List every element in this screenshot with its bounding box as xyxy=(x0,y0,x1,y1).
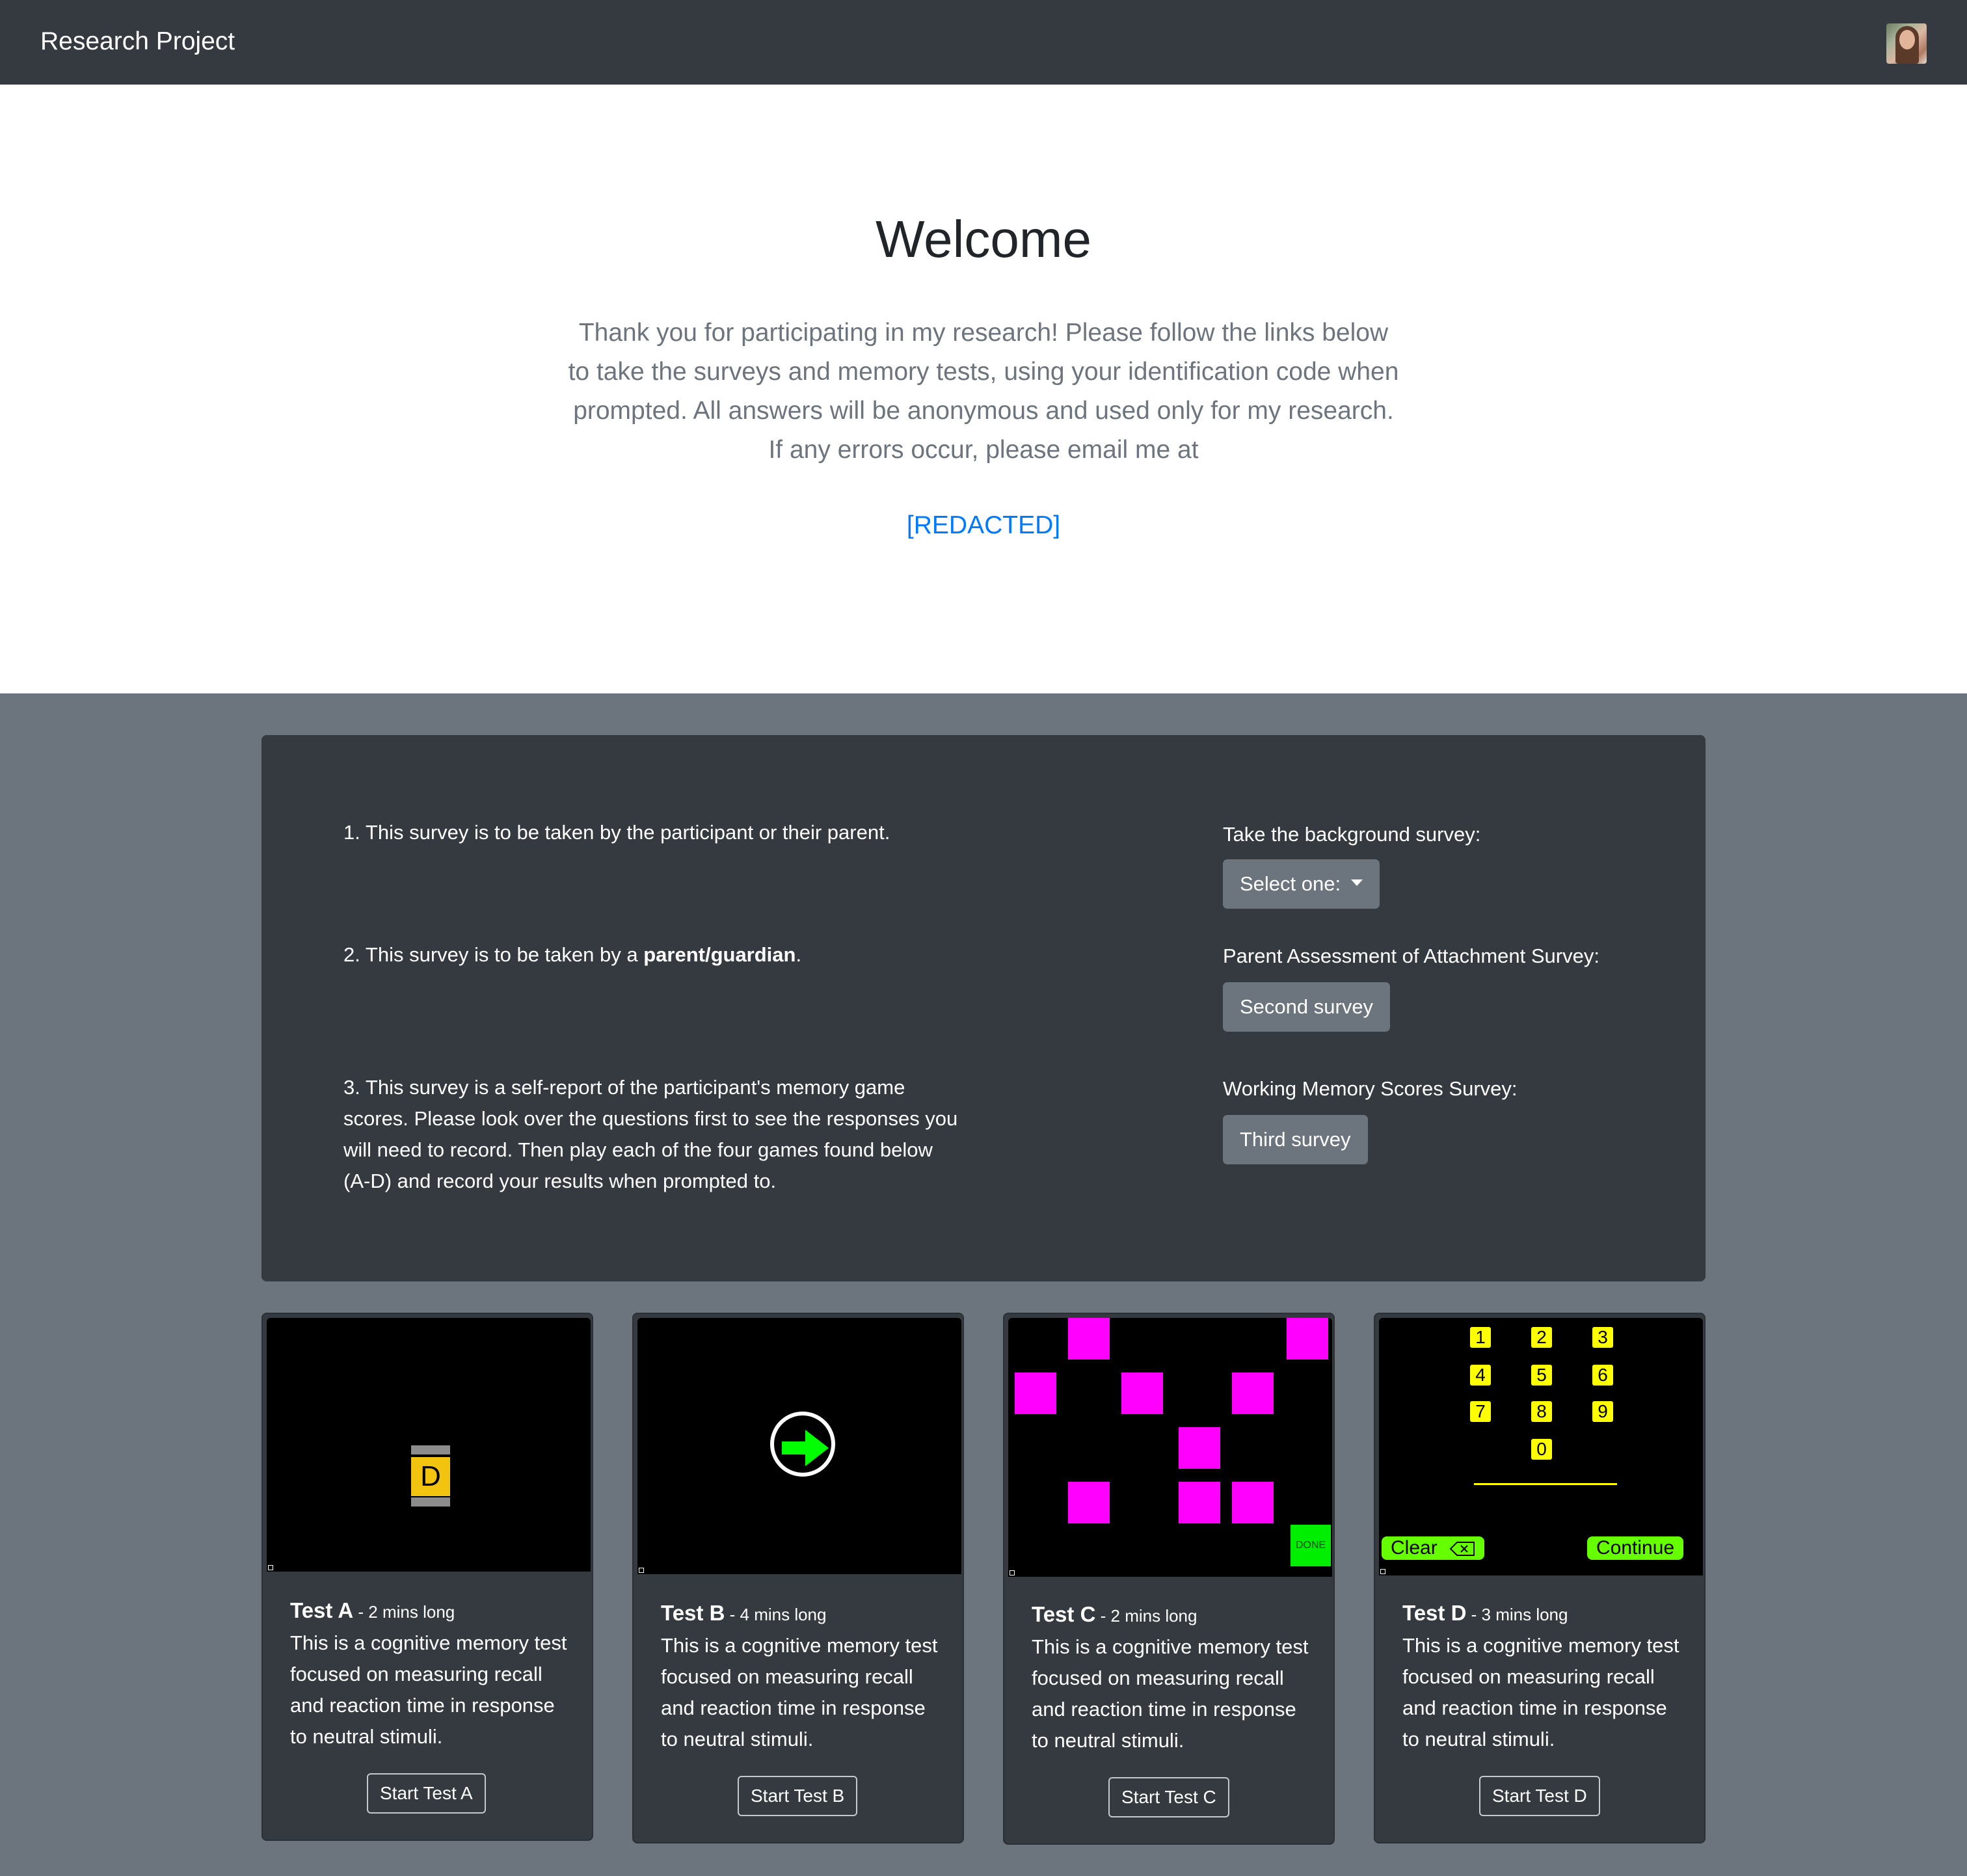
test-c-preview[interactable]: DONE xyxy=(1008,1318,1332,1577)
jumbotron: Welcome Thank you for participating in m… xyxy=(0,85,1967,693)
keypad-key-9: 9 xyxy=(1592,1401,1613,1422)
test-b-preview[interactable] xyxy=(637,1318,961,1574)
keypad-key-3: 3 xyxy=(1592,1327,1613,1348)
caret-down-icon xyxy=(1351,879,1363,886)
test-a-body: Test A - 2 mins long This is a cognitive… xyxy=(290,1595,576,1752)
magenta-square xyxy=(1232,1482,1274,1523)
test-b-duration: - 4 mins long xyxy=(725,1605,827,1624)
keypad-key-6: 6 xyxy=(1592,1365,1613,1386)
test-c-card: DONE Test C - 2 mins long This is a cogn… xyxy=(1003,1313,1335,1845)
test-a-title: Test A - 2 mins long xyxy=(290,1595,576,1628)
keypad-key-2: 2 xyxy=(1531,1327,1552,1348)
test-c-title: Test C - 2 mins long xyxy=(1032,1599,1318,1631)
background-survey-dropdown[interactable]: Select one: xyxy=(1223,859,1380,909)
done-button: DONE xyxy=(1291,1525,1331,1566)
start-test-b-button[interactable]: Start Test B xyxy=(738,1776,858,1816)
survey-2-description-suffix: . xyxy=(796,943,802,966)
letter-frame-top xyxy=(411,1445,450,1454)
test-c-description: This is a cognitive memory test focused … xyxy=(1032,1635,1309,1752)
avatar-face xyxy=(1899,30,1915,49)
second-survey-button[interactable]: Second survey xyxy=(1223,982,1391,1032)
test-d-description: This is a cognitive memory test focused … xyxy=(1402,1634,1679,1750)
survey-3-label: Working Memory Scores Survey: xyxy=(1223,1077,1518,1100)
test-a-card: D Test A - 2 mins long This is a cogniti… xyxy=(261,1313,593,1841)
test-d-duration: - 3 mins long xyxy=(1466,1605,1568,1624)
dropdown-label: Select one: xyxy=(1240,872,1341,895)
avatar[interactable] xyxy=(1886,23,1927,64)
clear-button: Clear xyxy=(1382,1536,1485,1560)
clear-label: Clear xyxy=(1391,1537,1438,1559)
survey-2-description-prefix: 2. This survey is to be taken by a xyxy=(343,943,644,966)
page-title: Welcome xyxy=(876,210,1091,268)
test-c-body: Test C - 2 mins long This is a cognitive… xyxy=(1032,1599,1318,1756)
survey-2-description: 2. This survey is to be taken by a paren… xyxy=(343,939,955,971)
test-d-name: Test D xyxy=(1402,1601,1467,1625)
letter-frame-bottom xyxy=(411,1497,450,1507)
start-test-d-button[interactable]: Start Test D xyxy=(1479,1776,1600,1816)
test-b-card: Test B - 4 mins long This is a cognitive… xyxy=(632,1313,964,1843)
magenta-square xyxy=(1179,1482,1220,1523)
resize-handle-icon xyxy=(1380,1569,1385,1574)
test-d-card: 1 2 3 4 5 6 7 8 9 0 Clear Continue Test … xyxy=(1374,1313,1706,1843)
intro-text: Thank you for participating in my resear… xyxy=(568,319,1399,464)
magenta-square xyxy=(1121,1373,1163,1414)
survey-panel: 1. This survey is to be taken by the par… xyxy=(261,735,1706,1281)
keypad-key-8: 8 xyxy=(1531,1401,1552,1422)
email-link[interactable]: [REDACTED] xyxy=(0,509,1967,543)
magenta-square xyxy=(1068,1482,1110,1523)
test-c-name: Test C xyxy=(1032,1602,1096,1626)
resize-handle-icon xyxy=(639,1568,644,1573)
test-b-name: Test B xyxy=(661,1601,725,1625)
test-d-body: Test D - 3 mins long This is a cognitive… xyxy=(1402,1598,1689,1755)
start-test-a-button[interactable]: Start Test A xyxy=(367,1773,486,1814)
test-b-title: Test B - 4 mins long xyxy=(661,1598,947,1630)
magenta-square xyxy=(1232,1373,1274,1414)
survey-3-description-text: 3. This survey is a self-report of the p… xyxy=(343,1076,958,1192)
test-a-duration: - 2 mins long xyxy=(353,1602,455,1622)
test-a-description: This is a cognitive memory test focused … xyxy=(290,1631,567,1748)
answer-line xyxy=(1474,1483,1617,1485)
survey-1-description: 1. This survey is to be taken by the par… xyxy=(343,817,955,848)
start-test-c-button[interactable]: Start Test C xyxy=(1108,1777,1229,1817)
test-d-preview[interactable]: 1 2 3 4 5 6 7 8 9 0 Clear Continue xyxy=(1379,1318,1703,1575)
letter-tile: D xyxy=(411,1457,450,1496)
magenta-square xyxy=(1015,1373,1056,1414)
third-survey-button[interactable]: Third survey xyxy=(1223,1115,1368,1164)
test-b-body: Test B - 4 mins long This is a cognitive… xyxy=(661,1598,947,1755)
test-a-name: Test A xyxy=(290,1598,354,1622)
keypad-key-0: 0 xyxy=(1531,1439,1552,1460)
keypad-key-4: 4 xyxy=(1470,1365,1491,1386)
survey-1-label: Take the background survey: xyxy=(1223,823,1481,846)
survey-2-description-bold: parent/guardian xyxy=(643,943,796,966)
arrow-right-icon xyxy=(782,1430,829,1466)
test-a-preview[interactable]: D xyxy=(267,1318,591,1572)
backspace-icon xyxy=(1449,1542,1475,1557)
test-d-title: Test D - 3 mins long xyxy=(1402,1598,1689,1630)
magenta-square xyxy=(1179,1427,1220,1469)
keypad-key-5: 5 xyxy=(1531,1365,1552,1386)
navbar-brand[interactable]: Research Project xyxy=(40,25,235,59)
survey-2-label: Parent Assessment of Attachment Survey: xyxy=(1223,945,1599,967)
continue-button: Continue xyxy=(1587,1536,1684,1560)
survey-3-description: 3. This survey is a self-report of the p… xyxy=(343,1072,961,1197)
test-b-description: This is a cognitive memory test focused … xyxy=(661,1634,938,1750)
survey-1-description-text: 1. This survey is to be taken by the par… xyxy=(343,821,890,844)
magenta-square xyxy=(1068,1318,1110,1360)
navbar: Research Project xyxy=(0,0,1967,85)
magenta-square xyxy=(1287,1318,1328,1360)
keypad-key-7: 7 xyxy=(1470,1401,1491,1422)
test-c-duration: - 2 mins long xyxy=(1095,1606,1198,1626)
resize-handle-icon xyxy=(1010,1570,1015,1575)
resize-handle-icon xyxy=(268,1565,273,1570)
keypad-key-1: 1 xyxy=(1470,1327,1491,1348)
